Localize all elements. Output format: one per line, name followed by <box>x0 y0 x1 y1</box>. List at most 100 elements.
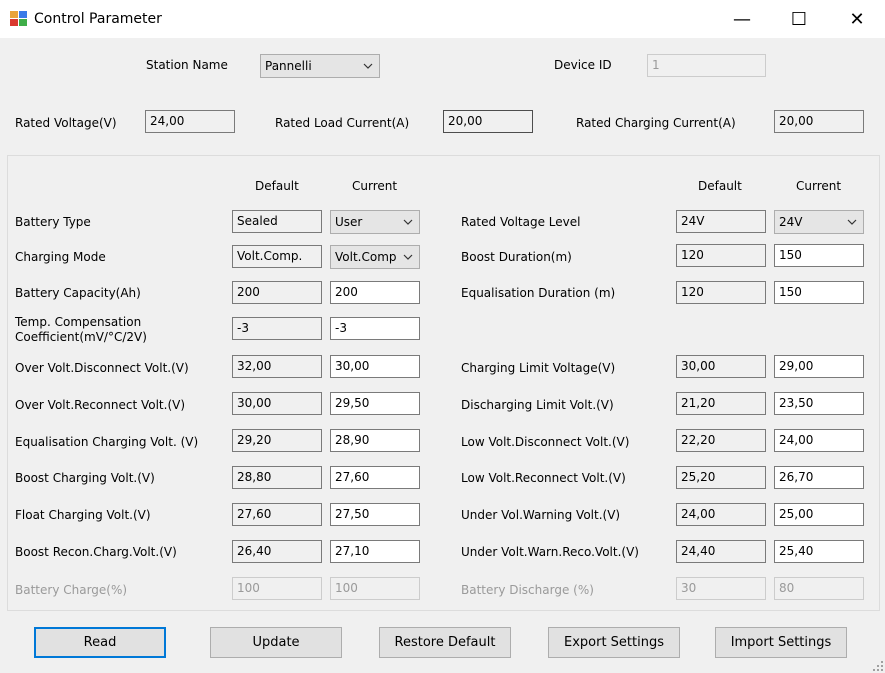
import-settings-button[interactable]: Import Settings <box>715 627 847 658</box>
battery-charge-label: Battery Charge(%) <box>15 583 128 597</box>
right-current-header: Current <box>796 179 842 193</box>
low-volt-disconnect-label: Low Volt.Disconnect Volt.(V) <box>461 435 630 449</box>
charging-limit-input[interactable]: 29,00 <box>774 355 864 378</box>
low-volt-reconnect-input[interactable]: 26,70 <box>774 466 864 489</box>
over-volt-disconnect-input[interactable]: 30,00 <box>330 355 420 378</box>
discharging-limit-label: Discharging Limit Volt.(V) <box>461 398 614 412</box>
under-vol-warning-label: Under Vol.Warning Volt.(V) <box>461 508 621 522</box>
boost-recon-default: 26,40 <box>232 540 322 563</box>
temp-compensation-label-line2: Coefficient(mV/°C/2V) <box>15 330 147 344</box>
low-volt-disconnect-input[interactable]: 24,00 <box>774 429 864 452</box>
discharging-limit-input[interactable]: 23,50 <box>774 392 864 415</box>
rated-load-current-label: Rated Load Current(A) <box>275 116 410 130</box>
rated-voltage-label: Rated Voltage(V) <box>15 116 117 130</box>
battery-type-default: Sealed <box>232 210 322 233</box>
charging-limit-default: 30,00 <box>676 355 766 378</box>
station-name-label: Station Name <box>146 58 228 72</box>
station-name-select[interactable]: Pannelli <box>260 54 380 78</box>
rated-load-current-field: 20,00 <box>443 110 533 133</box>
rated-voltage-field: 24,00 <box>145 110 235 133</box>
float-charging-default: 27,60 <box>232 503 322 526</box>
chevron-down-icon <box>403 219 413 225</box>
battery-capacity-label: Battery Capacity(Ah) <box>15 286 141 300</box>
rated-voltage-level-current: 24V <box>779 215 803 229</box>
battery-capacity-default: 200 <box>232 281 322 304</box>
over-volt-disconnect-default: 32,00 <box>232 355 322 378</box>
boost-duration-input[interactable]: 150 <box>774 244 864 267</box>
read-button[interactable]: Read <box>34 627 166 658</box>
rated-voltage-level-select[interactable]: 24V <box>774 210 864 234</box>
app-icon <box>10 11 27 26</box>
battery-discharge-label: Battery Discharge (%) <box>461 583 594 597</box>
boost-charging-default: 28,80 <box>232 466 322 489</box>
charging-limit-label: Charging Limit Voltage(V) <box>461 361 616 375</box>
charging-mode-select[interactable]: Volt.Comp <box>330 245 420 269</box>
charging-mode-current: Volt.Comp <box>335 250 397 264</box>
float-charging-input[interactable]: 27,50 <box>330 503 420 526</box>
left-current-header: Current <box>352 179 398 193</box>
close-icon: ✕ <box>849 8 865 30</box>
rated-charging-current-field: 20,00 <box>774 110 864 133</box>
equalisation-duration-input[interactable]: 150 <box>774 281 864 304</box>
equalisation-charging-input[interactable]: 28,90 <box>330 429 420 452</box>
low-volt-disconnect-default: 22,20 <box>676 429 766 452</box>
window-title: Control Parameter <box>34 11 162 27</box>
rated-charging-current-label: Rated Charging Current(A) <box>576 116 736 130</box>
rated-voltage-level-default: 24V <box>676 210 766 233</box>
over-volt-disconnect-label: Over Volt.Disconnect Volt.(V) <box>15 361 189 375</box>
battery-discharge-current: 80 <box>774 577 864 600</box>
boost-charging-label: Boost Charging Volt.(V) <box>15 471 155 485</box>
update-button[interactable]: Update <box>210 627 342 658</box>
battery-charge-current: 100 <box>330 577 420 600</box>
charging-mode-label: Charging Mode <box>15 250 106 264</box>
equalisation-charging-label: Equalisation Charging Volt. (V) <box>15 435 199 449</box>
export-settings-button[interactable]: Export Settings <box>548 627 680 658</box>
device-id-label: Device ID <box>554 58 612 72</box>
maximize-icon: ☐ <box>790 8 808 30</box>
boost-recon-label: Boost Recon.Charg.Volt.(V) <box>15 545 177 559</box>
maximize-button[interactable]: ☐ <box>771 0 827 38</box>
close-button[interactable]: ✕ <box>829 0 885 38</box>
equalisation-duration-label: Equalisation Duration (m) <box>461 286 616 300</box>
equalisation-duration-default: 120 <box>676 281 766 304</box>
equalisation-charging-default: 29,20 <box>232 429 322 452</box>
over-volt-reconnect-label: Over Volt.Reconnect Volt.(V) <box>15 398 186 412</box>
temp-compensation-label-line1: Temp. Compensation <box>15 315 142 329</box>
battery-type-current: User <box>335 215 363 229</box>
float-charging-label: Float Charging Volt.(V) <box>15 508 151 522</box>
under-volt-warn-reco-default: 24,40 <box>676 540 766 563</box>
boost-duration-label: Boost Duration(m) <box>461 250 572 264</box>
minimize-button[interactable]: — <box>714 0 770 38</box>
under-vol-warning-default: 24,00 <box>676 503 766 526</box>
over-volt-reconnect-input[interactable]: 29,50 <box>330 392 420 415</box>
minimize-icon: — <box>733 8 751 30</box>
left-default-header: Default <box>255 179 299 193</box>
battery-type-label: Battery Type <box>15 215 91 229</box>
over-volt-reconnect-default: 30,00 <box>232 392 322 415</box>
chevron-down-icon <box>363 63 373 69</box>
low-volt-reconnect-default: 25,20 <box>676 466 766 489</box>
temp-compensation-label: Temp. Compensation Coefficient(mV/°C/2V) <box>15 315 147 345</box>
under-vol-warning-input[interactable]: 25,00 <box>774 503 864 526</box>
chevron-down-icon <box>847 219 857 225</box>
boost-charging-input[interactable]: 27,60 <box>330 466 420 489</box>
chevron-down-icon <box>403 254 413 260</box>
boost-recon-input[interactable]: 27,10 <box>330 540 420 563</box>
charging-mode-default: Volt.Comp. <box>232 245 322 268</box>
station-name-value: Pannelli <box>265 59 312 73</box>
restore-default-button[interactable]: Restore Default <box>379 627 511 658</box>
resize-grip-icon[interactable] <box>873 661 883 671</box>
right-default-header: Default <box>698 179 742 193</box>
battery-capacity-input[interactable]: 200 <box>330 281 420 304</box>
rated-voltage-level-label: Rated Voltage Level <box>461 215 581 229</box>
under-volt-warn-reco-label: Under Volt.Warn.Reco.Volt.(V) <box>461 545 639 559</box>
low-volt-reconnect-label: Low Volt.Reconnect Volt.(V) <box>461 471 626 485</box>
under-volt-warn-reco-input[interactable]: 25,40 <box>774 540 864 563</box>
temp-compensation-default: -3 <box>232 317 322 340</box>
discharging-limit-default: 21,20 <box>676 392 766 415</box>
battery-charge-default: 100 <box>232 577 322 600</box>
boost-duration-default: 120 <box>676 244 766 267</box>
battery-discharge-default: 30 <box>676 577 766 600</box>
temp-compensation-input[interactable]: -3 <box>330 317 420 340</box>
battery-type-select[interactable]: User <box>330 210 420 234</box>
